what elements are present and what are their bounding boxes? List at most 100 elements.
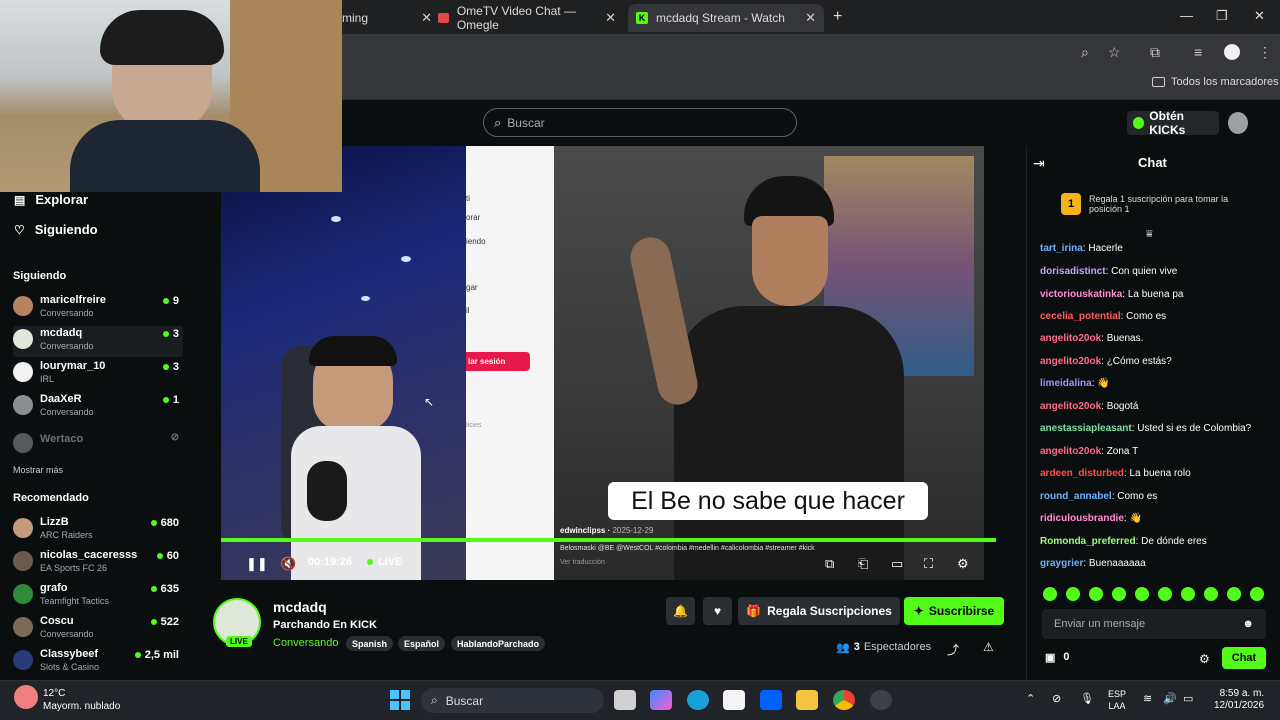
- user-avatar[interactable]: [1228, 112, 1248, 134]
- stream-tag[interactable]: Español: [398, 636, 446, 651]
- nav-following[interactable]: ♡ Siguiendo: [14, 222, 98, 237]
- battery-icon[interactable]: ▭: [1183, 692, 1193, 705]
- chat-input[interactable]: Enviar un mensaje ☻: [1042, 609, 1266, 639]
- send-chat-button[interactable]: Chat: [1222, 647, 1266, 669]
- clock[interactable]: 8:59 a. m. 12/01/2026: [1214, 688, 1264, 712]
- chat-username[interactable]: angelito20ok: [1040, 446, 1101, 457]
- emote-icon[interactable]: [1135, 587, 1149, 601]
- live-indicator[interactable]: LIVE: [367, 556, 402, 568]
- progress-bar[interactable]: [221, 538, 996, 542]
- sidebar-channel[interactable]: Coscu Conversando 522: [13, 614, 183, 645]
- sidebar-channel[interactable]: grafo Teamfight Tactics 635: [13, 581, 183, 612]
- obs-icon[interactable]: [870, 690, 892, 710]
- chat-username[interactable]: cecelia_potential: [1040, 311, 1121, 322]
- sidebar-channel[interactable]: maricelfreire Conversando 9: [13, 293, 183, 324]
- weather-icon[interactable]: [14, 685, 38, 709]
- emoji-picker-icon[interactable]: ☻: [1242, 618, 1254, 630]
- emote-icon[interactable]: [1250, 587, 1264, 601]
- tab-ometv[interactable]: OmeTV Video Chat — Omegle ✕: [432, 4, 624, 32]
- tray-chevron-icon[interactable]: ⌃: [1026, 692, 1035, 705]
- chat-username[interactable]: limeidalina: [1040, 378, 1092, 389]
- search-input[interactable]: ⌕ Buscar: [483, 108, 797, 137]
- minimize-icon[interactable]: —: [1180, 8, 1193, 23]
- bookmark-star-icon[interactable]: ☆: [1108, 44, 1124, 60]
- chat-username[interactable]: ridiculousbrandie: [1040, 513, 1124, 524]
- all-bookmarks-folder[interactable]: Todos los marcadores: [1152, 76, 1279, 88]
- store-icon[interactable]: [723, 690, 745, 710]
- edge-icon[interactable]: [687, 690, 709, 710]
- emote-icon[interactable]: [1089, 587, 1103, 601]
- taskbar-search[interactable]: ⌕ Buscar: [421, 688, 604, 713]
- chat-username[interactable]: angelito20ok: [1040, 401, 1101, 412]
- share-icon[interactable]: ⤴: [947, 641, 959, 658]
- new-tab-icon[interactable]: +: [833, 8, 842, 26]
- microphone-icon[interactable]: 🎙: [1080, 692, 1094, 705]
- copilot-icon[interactable]: [650, 690, 672, 710]
- emote-icon[interactable]: [1043, 587, 1057, 601]
- streamer-username[interactable]: mcdadq: [273, 599, 327, 615]
- emote-icon[interactable]: [1066, 587, 1080, 601]
- chat-username[interactable]: angelito20ok: [1040, 356, 1101, 367]
- chat-username[interactable]: ardeen_disturbed: [1040, 468, 1124, 479]
- language-indicator[interactable]: ESP LAA: [1108, 688, 1126, 712]
- pause-icon[interactable]: ❚❚: [246, 556, 268, 572]
- sidebar-channel[interactable]: lourymar_10 IRL 3: [13, 359, 183, 390]
- miniplayer-icon[interactable]: ⧉: [825, 556, 834, 572]
- media-control-icon[interactable]: ≡: [1194, 44, 1210, 60]
- wifi-icon[interactable]: ≋: [1143, 692, 1152, 705]
- sidebar-channel-offline[interactable]: Wertaco ⊘: [13, 430, 183, 461]
- chat-username[interactable]: graygrier: [1040, 558, 1083, 569]
- extensions-icon[interactable]: ⧉: [1150, 44, 1166, 60]
- task-view-icon[interactable]: [614, 690, 636, 710]
- maximize-icon[interactable]: ❐: [1216, 8, 1228, 24]
- gift-leaderboard-prompt[interactable]: Regala 1 suscripción para tomar la posic…: [1089, 194, 1259, 214]
- tab-streaming[interactable]: ming ✕: [342, 4, 432, 32]
- tab-kick-active[interactable]: K mcdadq Stream - Watch Live on ✕: [628, 4, 824, 32]
- emote-icon[interactable]: [1158, 587, 1172, 601]
- menu-dots-icon[interactable]: ⋮: [1258, 44, 1274, 60]
- sidebar-channel[interactable]: nicolas_caceresss EA Sports FC 26 60: [13, 548, 183, 579]
- windows-start-icon[interactable]: [390, 690, 410, 710]
- close-icon[interactable]: ✕: [381, 10, 432, 26]
- emote-icon[interactable]: [1227, 587, 1241, 601]
- settings-gear-icon[interactable]: ⚙: [957, 556, 969, 572]
- subscribe-button[interactable]: ✦ Suscribirse: [904, 597, 1004, 625]
- emote-icon[interactable]: [1204, 587, 1218, 601]
- nav-explore[interactable]: ▤ Explorar: [14, 192, 88, 207]
- profile-avatar-icon[interactable]: [1224, 44, 1240, 60]
- mute-icon[interactable]: 🔇: [280, 556, 296, 572]
- gift-subs-button[interactable]: 🎁 Regala Suscripciones: [738, 597, 900, 625]
- volume-icon[interactable]: 🔊: [1163, 692, 1177, 705]
- fullscreen-icon[interactable]: ⛶: [924, 556, 933, 572]
- show-more-link[interactable]: Mostrar más: [13, 465, 63, 475]
- stream-category[interactable]: Conversando: [273, 637, 338, 649]
- sidebar-channel[interactable]: LizzB ARC Raiders 680: [13, 515, 183, 546]
- weather-widget[interactable]: 12°C Mayorm. nublado: [43, 687, 120, 713]
- chat-username[interactable]: dorisadistinct: [1040, 266, 1106, 277]
- chat-username[interactable]: victoriouskatinka: [1040, 289, 1122, 300]
- emote-icon[interactable]: [1112, 587, 1126, 601]
- zoom-icon[interactable]: ⌕: [1081, 44, 1097, 60]
- chrome-icon[interactable]: [833, 690, 855, 710]
- sidebar-channel[interactable]: Classybeef Slots & Casino 2,5 mil: [13, 647, 183, 678]
- emote-icon[interactable]: [1181, 587, 1195, 601]
- notification-bell-button[interactable]: 🔔: [666, 597, 695, 625]
- chat-username[interactable]: angelito20ok: [1040, 333, 1101, 344]
- close-icon[interactable]: ✕: [805, 10, 824, 26]
- clip-icon[interactable]: ⎗: [858, 556, 868, 572]
- follow-heart-button[interactable]: ♥: [703, 597, 732, 625]
- stream-tag[interactable]: Spanish: [346, 636, 394, 651]
- chat-settings-gear-icon[interactable]: ⚙: [1199, 652, 1210, 666]
- theater-mode-icon[interactable]: ▭: [891, 556, 903, 572]
- dropbox-icon[interactable]: [760, 690, 782, 710]
- close-icon[interactable]: ✕: [605, 10, 624, 26]
- filter-icon[interactable]: ⩸: [1146, 228, 1153, 241]
- report-warning-icon[interactable]: ⚠: [983, 640, 994, 654]
- get-kicks-button[interactable]: Obtén KICKs: [1127, 109, 1219, 137]
- chat-username[interactable]: Romonda_preferred: [1040, 536, 1136, 547]
- collapse-chat-icon[interactable]: ⇥: [1033, 155, 1045, 172]
- sidebar-channel[interactable]: DaaXeR Conversando 1: [13, 392, 183, 423]
- tray-app-icon[interactable]: ⊘: [1052, 692, 1061, 705]
- chat-username[interactable]: tart_irina: [1040, 243, 1083, 254]
- stream-tag[interactable]: HablandoParchado: [451, 636, 546, 651]
